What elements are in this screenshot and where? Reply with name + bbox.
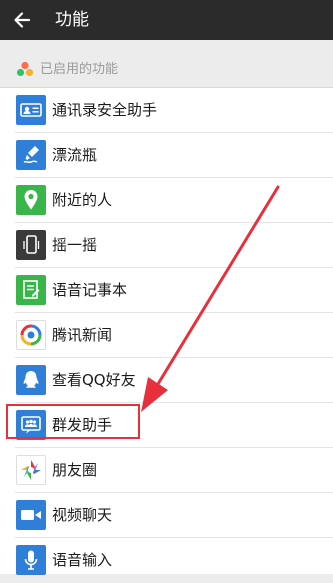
annotation-arrow: [141, 185, 280, 412]
